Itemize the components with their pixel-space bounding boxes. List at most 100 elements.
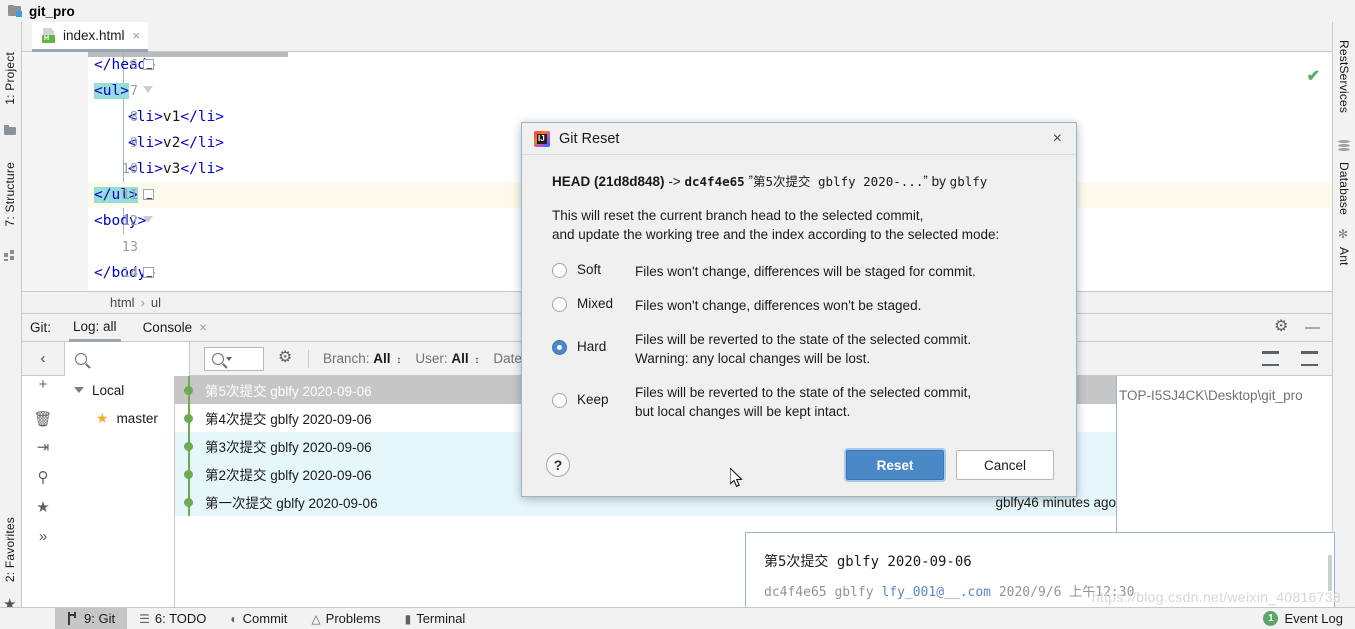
branch-tree-root[interactable]: Local: [64, 376, 174, 404]
delete-icon[interactable]: 🗑: [22, 410, 64, 428]
code-line[interactable]: 7 <ul>: [88, 78, 1332, 104]
statusbar-item-terminal[interactable]: ▮ Terminal: [393, 608, 478, 629]
chevron-updown-icon: ↕: [474, 355, 480, 366]
filter-branch[interactable]: Branch: All ↕: [323, 351, 401, 366]
code-line[interactable]: 6</head>: [88, 52, 1332, 82]
filter-user-value: All: [451, 351, 469, 366]
option-description-line: Files won't change, differences won't be…: [635, 298, 922, 313]
merge-icon[interactable]: ⇥: [22, 438, 64, 456]
quote-close: ˮ: [923, 174, 928, 189]
sidebar-item-project[interactable]: 1: Project: [3, 52, 17, 105]
collapse-sidebar-button[interactable]: ‹: [22, 350, 64, 367]
current-branch-star-icon: ★: [96, 409, 109, 426]
reset-mode-option-hard[interactable]: Hard Files will be reverted to the state …: [552, 330, 1052, 368]
chevron-down-icon: [74, 387, 84, 393]
help-button[interactable]: ?: [546, 453, 570, 477]
log-settings-gear-icon[interactable]: [278, 347, 296, 367]
option-description-line: Files won't change, differences will be …: [635, 264, 976, 279]
reset-button[interactable]: Reset: [846, 450, 944, 480]
option-label: Soft: [577, 262, 602, 277]
branch-item-master[interactable]: ★ master: [64, 404, 174, 432]
head-label: HEAD (21d8d848): [552, 174, 665, 189]
close-icon[interactable]: ×: [131, 28, 141, 43]
warning-triangle-icon: △: [311, 611, 321, 626]
git-branch-icon: [67, 612, 79, 625]
radio-button[interactable]: [552, 340, 567, 355]
project-folder-icon: [8, 4, 23, 18]
option-description-line: but local changes will be kept intact.: [635, 404, 851, 419]
hide-panel-icon[interactable]: —: [1305, 319, 1320, 336]
commit-icon: ◐: [230, 611, 238, 626]
sidebar-item-favorites[interactable]: 2: Favorites: [3, 517, 17, 582]
radio-button[interactable]: [552, 263, 567, 278]
favorite-icon[interactable]: ★: [22, 498, 64, 516]
dialog-footer: ? Reset Cancel: [522, 434, 1076, 496]
search-icon: [212, 352, 224, 365]
close-icon[interactable]: ×: [1047, 130, 1068, 148]
dialog-description: This will reset the current branch head …: [552, 206, 1052, 244]
expand-all-icon[interactable]: [1262, 351, 1279, 366]
dialog-action-buttons: Reset Cancel: [846, 450, 1054, 480]
database-icon: [1338, 140, 1350, 154]
sidebar-item-database[interactable]: Database: [1337, 162, 1351, 215]
option-label: Hard: [577, 339, 607, 354]
filter-search-input[interactable]: [204, 346, 264, 371]
editor-tab-label: index.html: [63, 28, 125, 43]
chevron-down-icon: [226, 356, 232, 361]
fold-toggle-icon[interactable]: [143, 56, 154, 82]
reset-mode-option-mixed[interactable]: Mixed Files won't change, differences won…: [552, 296, 1052, 315]
by-label: by: [931, 174, 946, 189]
tab-log-all[interactable]: Log: all: [69, 314, 121, 342]
settings-gear-icon[interactable]: [1274, 316, 1289, 336]
sidebar-item-restservices[interactable]: RestServices: [1337, 40, 1351, 113]
event-log-label[interactable]: Event Log: [1284, 611, 1343, 626]
tab-console[interactable]: Console ×: [139, 314, 211, 342]
statusbar-item-problems-label: Problems: [325, 611, 381, 626]
fold-toggle-icon[interactable]: [143, 216, 153, 223]
search-icon: [75, 352, 87, 365]
more-icon[interactable]: »: [22, 528, 64, 545]
event-log-badge: 1: [1263, 611, 1279, 626]
commit-message: 第一次提交 gblfy 2020-09-06: [205, 496, 378, 511]
tab-log-all-label: Log: all: [73, 318, 117, 334]
statusbar-item-todo-label: 6: TODO: [154, 611, 207, 626]
intellij-idea-icon: IJ: [534, 130, 550, 147]
radio-button[interactable]: [552, 297, 567, 312]
chevron-updown-icon: ↕: [396, 355, 402, 366]
radio-button[interactable]: [552, 393, 567, 408]
sidebar-item-structure[interactable]: 7: Structure: [3, 162, 17, 226]
fold-toggle-icon[interactable]: [143, 86, 153, 93]
project-icon: [4, 125, 17, 135]
statusbar-item-commit[interactable]: ◐ Commit: [218, 608, 299, 629]
cancel-button[interactable]: Cancel: [956, 450, 1054, 480]
commit-graph: [175, 460, 205, 488]
reset-mode-option-soft[interactable]: Soft Files won't change, differences will…: [552, 262, 1052, 281]
breadcrumb-item-html[interactable]: html: [110, 295, 135, 310]
commit-message: 第4次提交 gblfy 2020-09-06: [205, 412, 372, 427]
line-number: 13: [121, 239, 138, 255]
sidebar-item-ant[interactable]: Ant: [1337, 247, 1351, 266]
statusbar-item-todo[interactable]: ☰ 6: TODO: [127, 608, 218, 629]
collapse-all-icon[interactable]: [1301, 351, 1318, 366]
reset-mode-option-keep[interactable]: Keep Files will be reverted to the state …: [552, 383, 1052, 421]
close-icon[interactable]: ×: [199, 320, 207, 335]
detail-scrollbar[interactable]: [1328, 555, 1332, 591]
filter-user[interactable]: User: All ↕: [415, 351, 479, 366]
statusbar-item-problems[interactable]: △ Problems: [299, 608, 392, 629]
editor-tab-bar: H index.html ×: [22, 22, 1332, 52]
editor-tab-index-html[interactable]: H index.html ×: [32, 22, 149, 52]
code-token: v3: [162, 161, 181, 177]
breadcrumb-item-ul[interactable]: ul: [151, 295, 161, 310]
commit-graph: [175, 404, 205, 432]
fold-toggle-icon[interactable]: [143, 186, 154, 212]
add-icon[interactable]: +: [22, 376, 64, 393]
fold-toggle-icon[interactable]: [143, 264, 154, 290]
statusbar-item-git-label: 9: Git: [84, 611, 116, 626]
line-number: 14: [121, 265, 138, 281]
commit-email[interactable]: lfy_001@__.com: [881, 585, 991, 600]
search-icon[interactable]: ⚲: [22, 468, 64, 486]
search-input[interactable]: [64, 341, 190, 376]
line-number: 10: [121, 161, 138, 177]
option-label: Mixed: [577, 296, 614, 311]
statusbar-item-git[interactable]: 9: Git: [55, 607, 128, 629]
